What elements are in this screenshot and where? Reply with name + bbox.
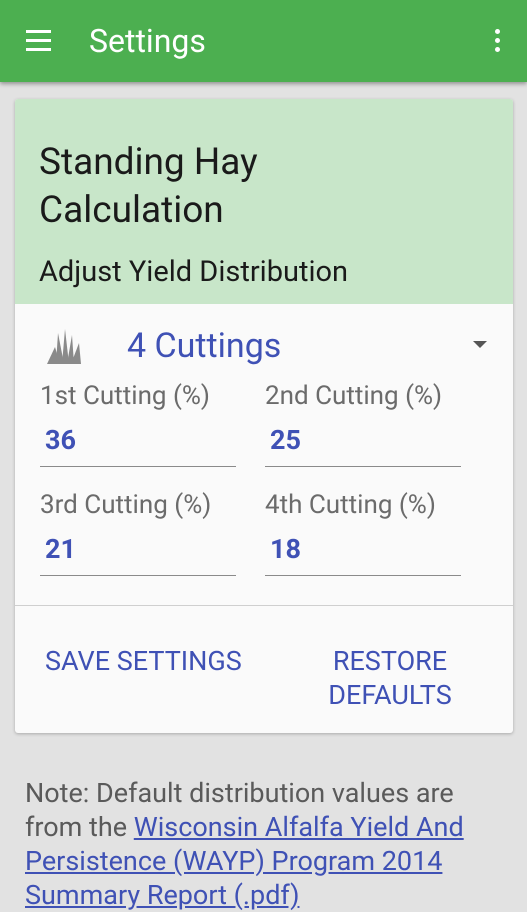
cutting-field-3-label: 3rd Cutting (%) [40, 490, 212, 520]
cutting-field-3-input[interactable]: 21 [40, 531, 236, 576]
cuttings-select-value: 4 Cuttings [127, 326, 282, 366]
cutting-field-4-input[interactable]: 18 [265, 531, 461, 576]
card-header: Standing Hay Calculation Adjust Yield Di… [15, 99, 513, 304]
card-divider [15, 605, 513, 606]
cutting-field-2-label: 2nd Cutting (%) [265, 381, 443, 411]
card-subtitle: Adjust Yield Distribution [39, 255, 349, 289]
card-title: Standing Hay Calculation [39, 141, 258, 232]
cutting-field-1-label: 1st Cutting (%) [40, 381, 210, 411]
restore-defaults-button[interactable]: RESTORE DEFAULTS [315, 644, 465, 712]
cutting-field-2-input[interactable]: 25 [265, 422, 461, 467]
cutting-field-1-input[interactable]: 36 [40, 422, 236, 467]
cutting-field-4-label: 4th Cutting (%) [265, 490, 436, 520]
note-text: Note: Default distribution values are fr… [25, 776, 505, 912]
hamburger-menu-icon[interactable] [22, 26, 58, 56]
dropdown-arrow-icon [473, 341, 487, 348]
more-vert-icon[interactable] [489, 26, 505, 56]
cuttings-select[interactable]: 4 Cuttings [127, 321, 507, 373]
cutting-field-3: 3rd Cutting (%) 21 [40, 488, 236, 576]
settings-card: Standing Hay Calculation Adjust Yield Di… [15, 99, 513, 733]
cutting-field-2: 2nd Cutting (%) 25 [265, 379, 461, 467]
grass-icon [47, 329, 81, 364]
app-bar: Settings [0, 0, 527, 82]
cutting-field-4: 4th Cutting (%) 18 [265, 488, 461, 576]
app-bar-title: Settings [89, 22, 206, 60]
save-settings-button[interactable]: SAVE SETTINGS [45, 644, 242, 678]
cutting-field-1: 1st Cutting (%) 36 [40, 379, 236, 467]
